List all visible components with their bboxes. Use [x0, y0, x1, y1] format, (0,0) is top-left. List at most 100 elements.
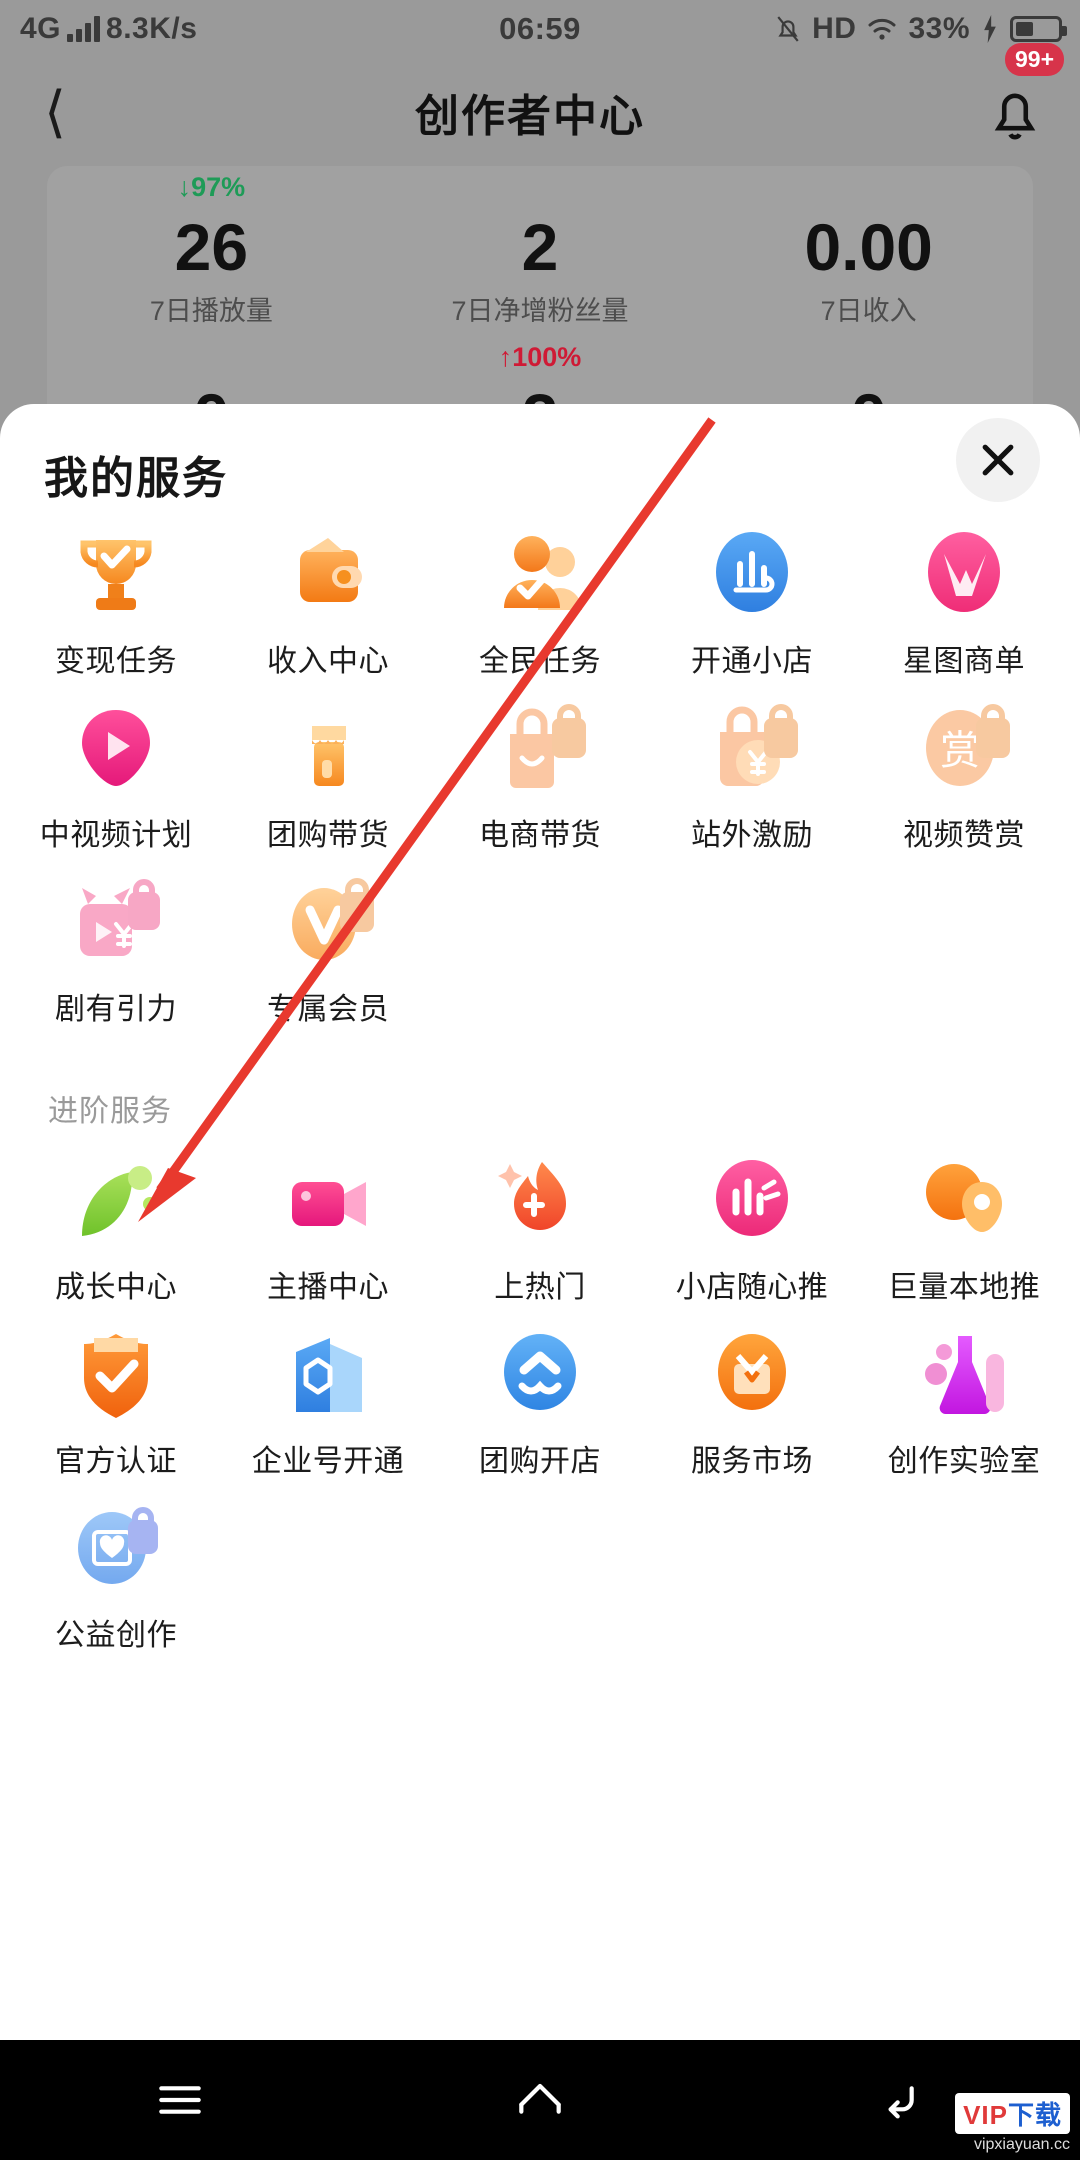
- sheet-title: 我的服务: [44, 454, 228, 503]
- service-item-电商带货[interactable]: 电商带货: [434, 696, 646, 854]
- service-item-巨量本地推[interactable]: 巨量本地推: [858, 1148, 1070, 1306]
- stat-delta: ↓97%: [177, 172, 246, 202]
- watermark: VIP下载 vipxiayuan.cc: [955, 2093, 1070, 2154]
- watermark-logo: VIP下载: [955, 2093, 1070, 2134]
- service-item-公益创作[interactable]: 公益创作: [10, 1496, 222, 1654]
- service-item-label: 创作实验室: [887, 1445, 1041, 1478]
- close-button[interactable]: [956, 418, 1040, 502]
- page-title: 创作者中心: [415, 92, 645, 141]
- service-item-变现任务[interactable]: 变现任务: [10, 522, 222, 680]
- home-icon[interactable]: [512, 2072, 568, 2128]
- stat-value: 0.00: [804, 210, 933, 284]
- stat-delta: [376, 166, 705, 208]
- service-item-label: 变现任务: [55, 645, 177, 678]
- lab-flask-icon: [914, 1322, 1014, 1422]
- service-item-label: 上热门: [494, 1271, 586, 1304]
- service-item-label: 剧有引力: [55, 993, 177, 1026]
- stat-income[interactable]: 0.00 7日收入: [704, 166, 1033, 336]
- trophy-icon: [66, 522, 166, 622]
- notification-badge: 99+: [1004, 43, 1064, 76]
- reward-lock-icon: 赏: [914, 696, 1014, 796]
- advanced-services-title: 进阶服务: [48, 1095, 172, 1128]
- service-item-label: 开通小店: [691, 645, 813, 678]
- service-item-上热门[interactable]: 上热门: [434, 1148, 646, 1306]
- back-arrow-icon[interactable]: [872, 2072, 928, 2128]
- service-item-站外激励[interactable]: 站外激励: [646, 696, 858, 854]
- service-item-label: 全民任务: [479, 645, 601, 678]
- stat-label: 7日播放量: [149, 296, 273, 326]
- service-item-label: 团购开店: [479, 1445, 601, 1478]
- service-item-label: 站外激励: [691, 819, 813, 852]
- drama-yen-lock-icon: [66, 870, 166, 970]
- watermark-suffix: 下载: [1007, 2100, 1062, 2130]
- my-services-sheet: 我的服务 变现任务 收入中心 全民任务 开通小店 星图商单中视频计划 团购带货 电商带货 站外…: [0, 404, 1080, 2040]
- service-item-官方认证[interactable]: 官方认证: [10, 1322, 222, 1480]
- promote-chart-icon: [702, 1148, 802, 1248]
- storefront-icon: [278, 696, 378, 796]
- advanced-services-grid: 成长中心 主播中心 上热门 小店随心推 巨量本地推官方认证 企业号开通 团购开店 服务市场 创作…: [0, 1148, 1080, 1670]
- svg-text:赏: 赏: [940, 728, 980, 774]
- service-item-label: 服务市场: [691, 1445, 813, 1478]
- service-item-主播中心[interactable]: 主播中心: [222, 1148, 434, 1306]
- service-item-视频赞赏[interactable]: 赏视频赞赏: [858, 696, 1070, 854]
- service-item-label: 收入中心: [267, 645, 389, 678]
- service-item-label: 团购带货: [267, 819, 389, 852]
- service-item-label: 电商带货: [479, 819, 601, 852]
- watermark-vip: VIP: [963, 2100, 1008, 2130]
- wallet-icon: [278, 522, 378, 622]
- play-pin-icon: [66, 696, 166, 796]
- stat-net-fans[interactable]: 2 7日净增粉丝量: [376, 166, 705, 336]
- service-item-企业号开通[interactable]: 企业号开通: [222, 1322, 434, 1480]
- stat-delta: [47, 336, 376, 378]
- service-item-全民任务[interactable]: 全民任务: [434, 522, 646, 680]
- bag-lock-icon: [490, 696, 590, 796]
- system-navigation-bar: VIP下载 vipxiayuan.cc: [0, 2040, 1080, 2160]
- sheet-header: 我的服务: [0, 404, 1080, 522]
- stat-label: 7日净增粉丝量: [451, 296, 629, 326]
- service-item-星图商单[interactable]: 星图商单: [858, 522, 1070, 680]
- stat-value: 26: [174, 210, 249, 284]
- service-item-剧有引力[interactable]: 剧有引力: [10, 870, 222, 1028]
- service-item-成长中心[interactable]: 成长中心: [10, 1148, 222, 1306]
- stat-value: 2: [521, 210, 559, 284]
- verified-shield-icon: [66, 1322, 166, 1422]
- service-item-创作实验室[interactable]: 创作实验室: [858, 1322, 1070, 1480]
- service-item-开通小店[interactable]: 开通小店: [646, 522, 858, 680]
- service-item-中视频计划[interactable]: 中视频计划: [10, 696, 222, 854]
- service-item-团购开店[interactable]: 团购开店: [434, 1322, 646, 1480]
- local-promote-icon: [914, 1148, 1014, 1248]
- enterprise-icon: [278, 1322, 378, 1422]
- service-item-label: 成长中心: [55, 1271, 177, 1304]
- close-icon: [982, 444, 1014, 476]
- service-item-label: 视频赞赏: [903, 819, 1025, 852]
- menu-lines-icon[interactable]: [152, 2072, 208, 2128]
- people-check-icon: [490, 522, 590, 622]
- service-item-专属会员[interactable]: 专属会员: [222, 870, 434, 1028]
- service-market-icon: [702, 1322, 802, 1422]
- bell-icon: [994, 93, 1036, 140]
- my-services-grid: 变现任务 收入中心 全民任务 开通小店 星图商单中视频计划 团购带货 电商带货 站外激励 赏视频…: [0, 522, 1080, 1044]
- service-item-label: 官方认证: [55, 1445, 177, 1478]
- stat-delta: ↑100%: [498, 342, 582, 372]
- stat-plays[interactable]: ↓97% 26 7日播放量: [47, 166, 376, 336]
- yen-lock-icon: [702, 696, 802, 796]
- service-item-服务市场[interactable]: 服务市场: [646, 1322, 858, 1480]
- service-item-label: 公益创作: [55, 1619, 177, 1652]
- back-button[interactable]: ⟨: [0, 84, 110, 140]
- service-item-label: 专属会员: [267, 993, 389, 1026]
- growth-leaf-icon: [66, 1148, 166, 1248]
- service-item-label: 星图商单: [903, 645, 1025, 678]
- service-item-小店随心推[interactable]: 小店随心推: [646, 1148, 858, 1306]
- hot-flame-icon: [490, 1148, 590, 1248]
- star-map-icon: [914, 522, 1014, 622]
- service-item-收入中心[interactable]: 收入中心: [222, 522, 434, 680]
- group-store-icon: [490, 1322, 590, 1422]
- vip-lock-icon: [278, 870, 378, 970]
- anchor-camera-icon: [278, 1148, 378, 1248]
- service-item-团购带货[interactable]: 团购带货: [222, 696, 434, 854]
- stats-row-1: ↓97% 26 7日播放量 2 7日净增粉丝量 0.00 7日收入: [47, 166, 1033, 336]
- charity-lock-icon: [66, 1496, 166, 1596]
- service-item-label: 企业号开通: [251, 1445, 405, 1478]
- notifications-button[interactable]: 99+: [950, 43, 1080, 147]
- status-bar: 4G 8.3K/s 06:59 HD 33%: [0, 0, 1080, 58]
